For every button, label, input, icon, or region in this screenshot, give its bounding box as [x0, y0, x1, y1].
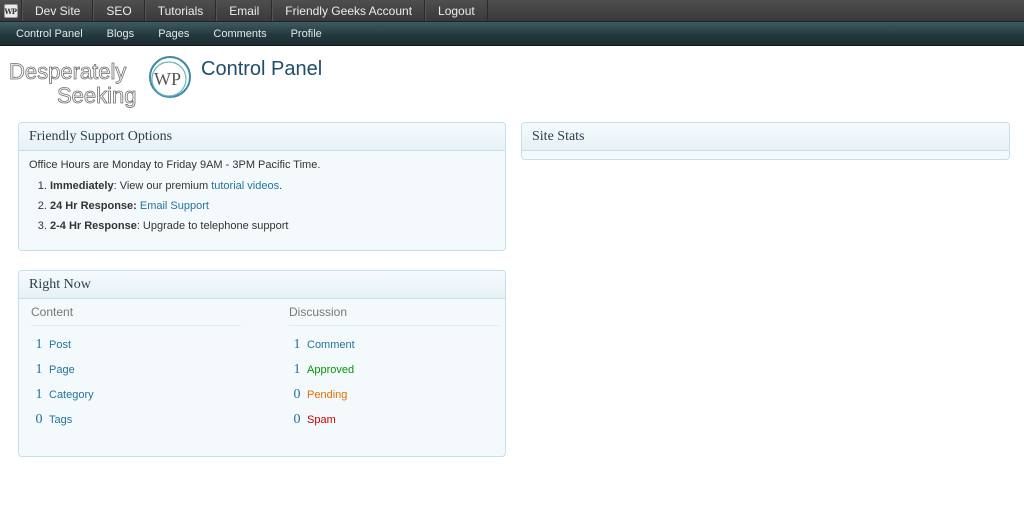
- nav-pages[interactable]: Pages: [146, 28, 201, 40]
- support-body: Office Hours are Monday to Friday 9AM - …: [19, 151, 505, 233]
- email-support-link[interactable]: Email Support: [140, 200, 209, 212]
- adminbar-item-seo[interactable]: SEO: [93, 0, 145, 21]
- right-now-panel: Right Now Content 1 Post 1 Page 1 Catego…: [18, 270, 506, 457]
- support-option-phone: 2-4 Hr Response: Upgrade to telephone su…: [50, 219, 495, 233]
- label[interactable]: Spam: [307, 414, 336, 426]
- tutorial-videos-link[interactable]: tutorial videos: [211, 180, 279, 192]
- logo-line-2: Seeking: [57, 83, 137, 108]
- adminbar-item-email[interactable]: Email: [216, 0, 273, 21]
- discussion-row-spam[interactable]: 0 Spam: [289, 407, 499, 432]
- wordpress-logo-icon[interactable]: WP: [0, 0, 22, 22]
- site-logo: Desperately Seeking WP: [9, 56, 191, 108]
- wp-badge: WP: [3, 4, 18, 18]
- count[interactable]: 0: [289, 412, 305, 428]
- adminbar-item-tutorials[interactable]: Tutorials: [144, 0, 217, 21]
- discussion-heading: Discussion: [289, 305, 499, 326]
- discussion-column: Discussion 1 Comment 1 Approved 0 Pendin…: [289, 305, 499, 432]
- count[interactable]: 1: [289, 337, 305, 353]
- support-options-title[interactable]: Friendly Support Options: [19, 123, 505, 151]
- support-options-list: Immediately: View our premium tutorial v…: [29, 179, 495, 233]
- discussion-row-pending[interactable]: 0 Pending: [289, 382, 499, 407]
- label[interactable]: Pending: [307, 389, 347, 401]
- content-column: Content 1 Post 1 Page 1 Category 0 Tags: [31, 305, 241, 432]
- site-stats-panel: Site Stats: [521, 122, 1010, 160]
- discussion-row-comments[interactable]: 1 Comment: [289, 332, 499, 357]
- count[interactable]: 1: [31, 387, 47, 403]
- adminbar-item-account[interactable]: Friendly Geeks Account: [272, 0, 426, 21]
- label[interactable]: Category: [49, 389, 94, 401]
- support-option-24hr: 24 Hr Response: Email Support: [50, 199, 495, 213]
- page-title: Control Panel: [201, 58, 323, 80]
- label[interactable]: Comment: [307, 339, 355, 351]
- office-hours-text: Office Hours are Monday to Friday 9AM - …: [29, 159, 321, 171]
- discussion-row-approved[interactable]: 1 Approved: [289, 357, 499, 382]
- count[interactable]: 1: [289, 362, 305, 378]
- nav-blogs[interactable]: Blogs: [95, 28, 147, 40]
- option-label: 2-4 Hr Response: [50, 220, 137, 232]
- right-now-title[interactable]: Right Now: [19, 271, 505, 299]
- option-text: : Upgrade to telephone support: [136, 220, 289, 232]
- adminbar-item-dev-site[interactable]: Dev Site: [22, 0, 94, 21]
- site-stats-title[interactable]: Site Stats: [522, 123, 1009, 151]
- admin-bar: WP Dev Site SEO Tutorials Email Friendly…: [0, 0, 1024, 22]
- option-label: 24 Hr Response:: [50, 200, 137, 212]
- label[interactable]: Approved: [307, 364, 354, 376]
- support-option-immediately: Immediately: View our premium tutorial v…: [50, 179, 495, 193]
- count[interactable]: 1: [31, 337, 47, 353]
- label[interactable]: Post: [49, 339, 71, 351]
- content-row-tags[interactable]: 0 Tags: [31, 407, 241, 432]
- content-row-categories[interactable]: 1 Category: [31, 382, 241, 407]
- content-row-posts[interactable]: 1 Post: [31, 332, 241, 357]
- content-heading: Content: [31, 305, 241, 326]
- adminbar-item-logout[interactable]: Logout: [425, 0, 488, 21]
- sub-navigation: Control Panel Blogs Pages Comments Profi…: [0, 22, 1024, 46]
- nav-profile[interactable]: Profile: [279, 28, 334, 40]
- logo-badge-text: WP: [154, 69, 181, 89]
- count[interactable]: 0: [289, 387, 305, 403]
- nav-comments[interactable]: Comments: [201, 28, 278, 40]
- content-row-pages[interactable]: 1 Page: [31, 357, 241, 382]
- option-text: : View our premium: [113, 180, 212, 192]
- label[interactable]: Page: [49, 364, 75, 376]
- nav-control-panel[interactable]: Control Panel: [4, 28, 95, 40]
- option-after: .: [279, 180, 283, 192]
- count[interactable]: 1: [31, 362, 47, 378]
- support-options-panel: Friendly Support Options Office Hours ar…: [18, 122, 506, 251]
- count[interactable]: 0: [31, 412, 47, 428]
- option-label: Immediately: [50, 180, 114, 192]
- logo-line-1: Desperately: [9, 59, 126, 84]
- label[interactable]: Tags: [49, 414, 72, 426]
